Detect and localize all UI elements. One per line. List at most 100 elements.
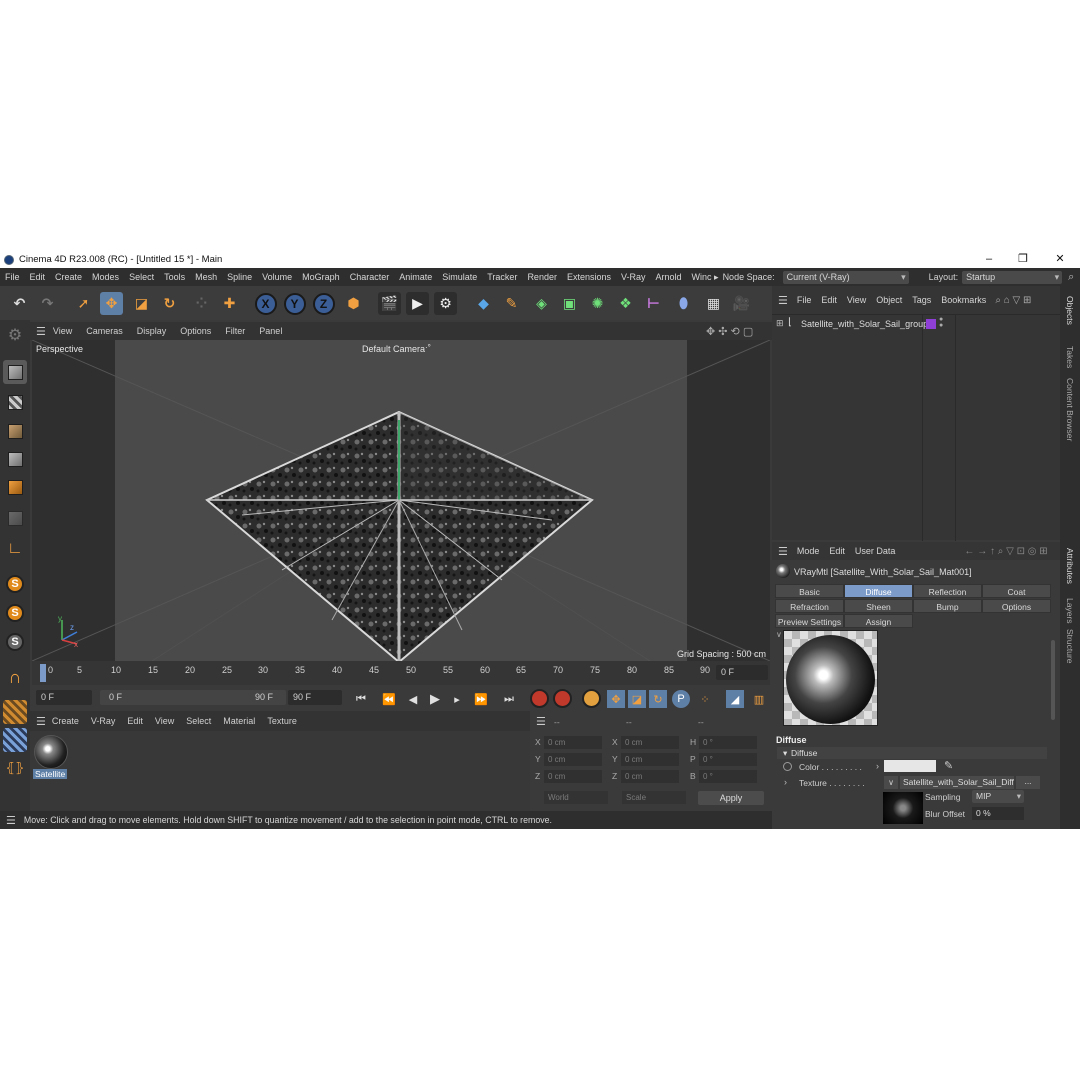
menu-arnold[interactable]: Arnold (651, 272, 687, 282)
y-axis-lock[interactable]: Y (283, 292, 306, 315)
texture-expand-icon[interactable]: › (784, 777, 787, 787)
points-mode-icon[interactable] (3, 419, 27, 443)
coordinate-system-icon[interactable]: ⬢ (342, 292, 365, 315)
menu-create[interactable]: Create (50, 272, 87, 282)
model-mode-icon[interactable] (3, 360, 27, 384)
attributes-menu-mode[interactable]: Mode (792, 546, 825, 556)
material-menu-view[interactable]: View (149, 716, 180, 726)
viewport-menu-panel[interactable]: Panel (252, 326, 289, 336)
hamburger-menu-icon[interactable]: ☰ (778, 294, 788, 307)
end-frame-field[interactable]: 90 F (288, 690, 342, 705)
viewport-menu-cameras[interactable]: Cameras (79, 326, 130, 336)
expand-icon[interactable]: ⊞ (776, 318, 784, 329)
tab-objects[interactable]: Objects (1065, 296, 1075, 325)
x-axis-lock[interactable]: X (254, 292, 277, 315)
texture-more-button[interactable]: ... (1016, 776, 1040, 789)
close-button[interactable]: ✕ (1043, 251, 1077, 268)
rotation-h-field[interactable]: 0 ° (699, 736, 757, 749)
viewport-navigation-icons[interactable]: ✥ ✣ ⟲ ▢ (706, 325, 753, 338)
tab-assign[interactable]: Assign (844, 614, 913, 628)
color-swatch[interactable] (884, 760, 936, 772)
field-icon[interactable]: ⬮ (672, 292, 695, 315)
size-y-field[interactable]: 0 cm (621, 753, 679, 766)
tab-basic[interactable]: Basic (775, 584, 844, 598)
playhead[interactable] (40, 664, 46, 682)
size-z-field[interactable]: 0 cm (621, 770, 679, 783)
uv-mode-icon[interactable] (3, 506, 27, 530)
attributes-menu-edit[interactable]: Edit (824, 546, 850, 556)
material-menu-texture[interactable]: Texture (261, 716, 303, 726)
record-pla-icon[interactable]: ⁘ (696, 690, 714, 708)
viewport-menu-display[interactable]: Display (130, 326, 174, 336)
hamburger-menu-icon[interactable]: ☰ (36, 715, 46, 728)
menu-volume[interactable]: Volume (257, 272, 297, 282)
z-axis-lock[interactable]: Z (312, 292, 335, 315)
previous-frame-icon[interactable]: ◀ (404, 690, 422, 708)
floor-icon[interactable]: ▦ (702, 292, 725, 315)
menu-simulate[interactable]: Simulate (437, 272, 482, 282)
tab-bump[interactable]: Bump (913, 599, 982, 613)
menu-tools[interactable]: Tools (159, 272, 190, 282)
3d-viewport[interactable]: Perspective Default Camera ·° y z x Grid… (32, 340, 770, 661)
polygons-mode-icon[interactable] (3, 475, 27, 499)
timeline-window-icon[interactable]: ▥ (750, 690, 768, 708)
axis-mode-icon[interactable]: ∟ (3, 537, 27, 561)
material-menu-material[interactable]: Material (217, 716, 261, 726)
material-menu-edit[interactable]: Edit (121, 716, 149, 726)
tab-coat[interactable]: Coat (982, 584, 1051, 598)
apply-button[interactable]: Apply (698, 791, 764, 805)
size-x-field[interactable]: 0 cm (621, 736, 679, 749)
blur-offset-field[interactable]: 0 % (972, 807, 1024, 820)
subdivision-surface-icon[interactable]: ◈ (530, 292, 553, 315)
tab-sheen[interactable]: Sheen (844, 599, 913, 613)
locked-workplane-icon[interactable] (3, 728, 27, 752)
tab-refraction[interactable]: Refraction (775, 599, 844, 613)
material-menu-select[interactable]: Select (180, 716, 217, 726)
recent-tools-icon[interactable]: ⁘ (190, 292, 213, 315)
render-settings-icon[interactable]: ⚙ (434, 292, 457, 315)
menu-file[interactable]: File (0, 272, 25, 282)
attributes-nav-icons[interactable]: ← → ↑ ⌕ ▽ ⊡ ◎ ⊞ (964, 546, 1047, 557)
snapping-icon[interactable]: S (3, 572, 27, 596)
tab-reflection[interactable]: Reflection (913, 584, 982, 598)
maximize-button[interactable]: ❐ (1006, 251, 1040, 268)
material-name[interactable]: Satellite (33, 769, 68, 779)
object-menu-bookmarks[interactable]: Bookmarks (936, 295, 991, 305)
workplane-icon[interactable] (3, 700, 27, 724)
record-scale-icon[interactable]: ◪ (628, 690, 646, 708)
rotation-b-field[interactable]: 0 ° (699, 770, 757, 783)
menu-select[interactable]: Select (124, 272, 159, 282)
autokeying-icon[interactable] (553, 689, 572, 708)
next-key-icon[interactable]: ⏩ (472, 690, 490, 708)
material-menu-create[interactable]: Create (46, 716, 85, 726)
add-tool-icon[interactable]: ✚ (218, 292, 241, 315)
extrude-icon[interactable]: ▣ (558, 292, 581, 315)
object-menu-object[interactable]: Object (871, 295, 907, 305)
visibility-dots-icon[interactable]: ● ● (939, 316, 943, 329)
go-to-end-icon[interactable]: ⏭ (500, 690, 518, 708)
texture-thumbnail[interactable] (883, 792, 923, 824)
texture-dropdown-button[interactable]: ∨ (884, 776, 898, 789)
minimize-button[interactable]: – (972, 251, 1006, 268)
collapse-preview-icon[interactable]: ∨ (776, 630, 782, 639)
color-picker-icon[interactable]: ✎ (944, 759, 953, 772)
material-thumbnail[interactable] (34, 735, 68, 769)
edges-mode-icon[interactable] (3, 447, 27, 471)
next-frame-icon[interactable]: ▸ (448, 690, 466, 708)
attributes-scrollbar[interactable] (1051, 640, 1055, 720)
start-frame-field[interactable]: 0 F (36, 690, 92, 705)
render-view-icon[interactable]: 🎬 (378, 292, 401, 315)
menu-mesh[interactable]: Mesh (190, 272, 222, 282)
play-icon[interactable]: ▶ (426, 690, 444, 708)
viewport-menu-options[interactable]: Options (173, 326, 218, 336)
position-y-field[interactable]: 0 cm (544, 753, 602, 766)
menu-spline[interactable]: Spline (222, 272, 257, 282)
texture-mode-icon[interactable] (3, 390, 27, 414)
viewport-menu-view[interactable]: View (46, 326, 79, 336)
menu-tracker[interactable]: Tracker (482, 272, 522, 282)
tab-layers[interactable]: Layers (1065, 598, 1075, 624)
snap-settings-icon[interactable]: S (3, 601, 27, 625)
material-tag-icon[interactable] (926, 319, 936, 329)
current-frame-field[interactable]: 0 F (716, 665, 768, 680)
hamburger-menu-icon[interactable]: ☰ (6, 814, 16, 827)
